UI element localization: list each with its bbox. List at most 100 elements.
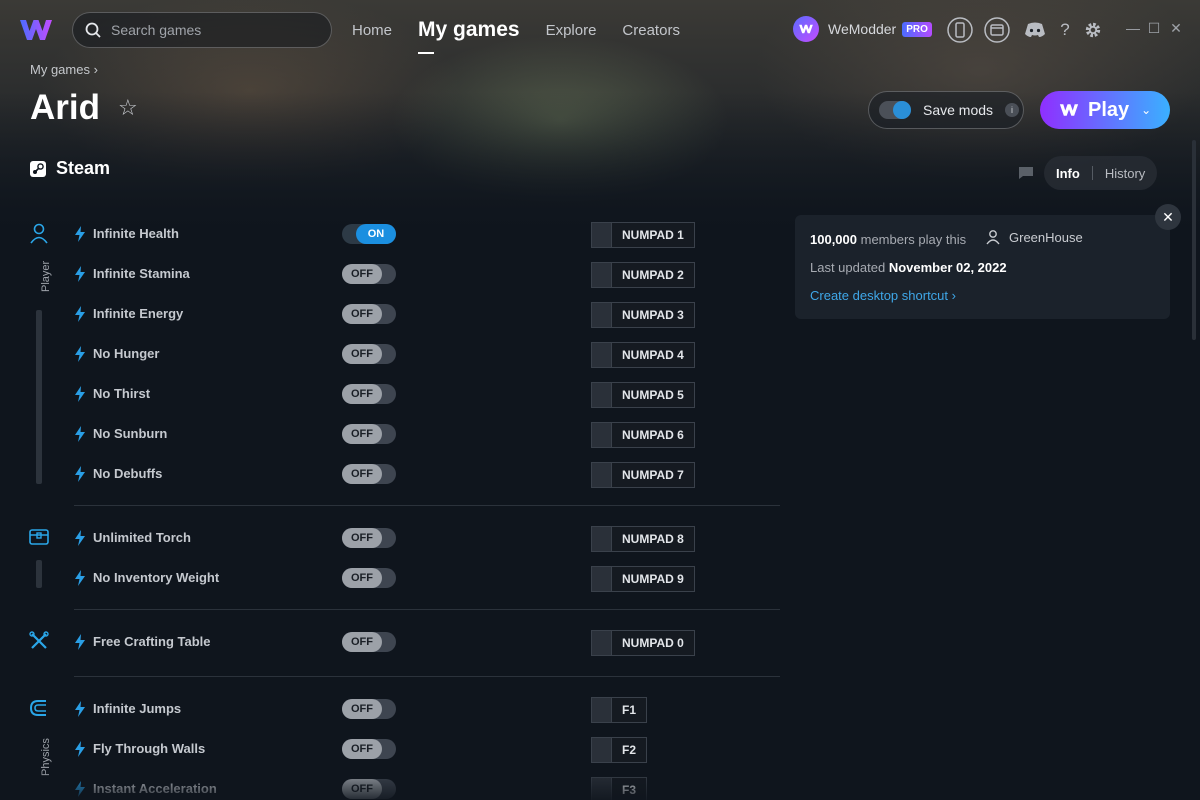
hotkey-modifier-slot[interactable] bbox=[591, 382, 611, 408]
play-label: Play bbox=[1088, 98, 1130, 121]
creator-name[interactable]: GreenHouse bbox=[1009, 230, 1083, 245]
hotkey-key[interactable]: NUMPAD 5 bbox=[611, 382, 695, 408]
physics-magnet-icon[interactable] bbox=[28, 697, 50, 719]
chevron-down-icon[interactable]: ⌄ bbox=[1141, 103, 1151, 117]
hotkey-modifier-slot[interactable] bbox=[591, 630, 611, 656]
mod-toggle[interactable]: OFF bbox=[342, 632, 396, 652]
hotkey-modifier-slot[interactable] bbox=[591, 526, 611, 552]
hotkey-key[interactable]: NUMPAD 4 bbox=[611, 342, 695, 368]
hotkey-binding[interactable]: NUMPAD 9 bbox=[591, 566, 695, 592]
close-window-icon[interactable]: ✕ bbox=[1168, 20, 1184, 37]
hotkey-modifier-slot[interactable] bbox=[591, 302, 611, 328]
crafting-tools-icon[interactable] bbox=[28, 630, 50, 652]
hotkey-binding[interactable]: NUMPAD 6 bbox=[591, 422, 695, 448]
mod-toggle[interactable]: OFF bbox=[342, 304, 396, 324]
tab-info[interactable]: Info bbox=[1056, 166, 1080, 181]
hotkey-key[interactable]: NUMPAD 7 bbox=[611, 462, 695, 488]
hotkey-key[interactable]: F1 bbox=[611, 697, 648, 723]
mod-name: No Debuffs bbox=[93, 466, 163, 481]
breadcrumb[interactable]: My games › bbox=[30, 62, 98, 77]
mod-toggle[interactable]: ON bbox=[342, 224, 396, 244]
shortcut-line[interactable]: Create desktop shortcut › bbox=[810, 288, 956, 303]
hotkey-binding[interactable]: NUMPAD 0 bbox=[591, 630, 695, 656]
mod-toggle[interactable]: OFF bbox=[342, 699, 396, 719]
mod-toggle[interactable]: OFF bbox=[342, 384, 396, 404]
close-info-button[interactable]: ✕ bbox=[1155, 204, 1181, 230]
wemod-logo-icon[interactable] bbox=[18, 16, 54, 44]
mod-toggle-state: OFF bbox=[342, 528, 382, 548]
help-icon[interactable]: ? bbox=[1052, 17, 1078, 43]
hotkey-binding[interactable]: F2 bbox=[591, 737, 648, 763]
discord-icon[interactable] bbox=[1022, 17, 1048, 43]
hotkey-key[interactable]: NUMPAD 0 bbox=[611, 630, 695, 656]
mod-row: Unlimited Torch OFF NUMPAD 8 bbox=[74, 518, 780, 558]
page-scrollbar[interactable] bbox=[1192, 140, 1196, 340]
hotkey-binding[interactable]: NUMPAD 7 bbox=[591, 462, 695, 488]
save-mods-toggle[interactable]: Save mods i bbox=[868, 91, 1024, 129]
nav-home[interactable]: Home bbox=[352, 22, 392, 39]
hotkey-modifier-slot[interactable] bbox=[591, 566, 611, 592]
hotkey-binding[interactable]: NUMPAD 8 bbox=[591, 526, 695, 552]
pro-badge: PRO bbox=[902, 21, 932, 37]
hotkey-modifier-slot[interactable] bbox=[591, 697, 611, 723]
lightning-bolt-icon bbox=[75, 266, 85, 282]
search-box[interactable] bbox=[72, 12, 332, 48]
save-mods-switch[interactable] bbox=[879, 101, 911, 119]
hotkey-modifier-slot[interactable] bbox=[591, 222, 611, 248]
chevron-right-icon: › bbox=[951, 288, 956, 303]
search-input[interactable] bbox=[111, 22, 311, 38]
mod-toggle[interactable]: OFF bbox=[342, 739, 396, 759]
nav-creators[interactable]: Creators bbox=[622, 22, 680, 39]
minimize-icon[interactable]: — bbox=[1125, 20, 1141, 36]
nav-my-games[interactable]: My games bbox=[418, 18, 520, 54]
create-shortcut-link[interactable]: Create desktop shortcut bbox=[810, 288, 948, 303]
hotkey-key[interactable]: NUMPAD 6 bbox=[611, 422, 695, 448]
mod-toggle-state: OFF bbox=[342, 464, 382, 484]
maximize-icon[interactable]: ☐ bbox=[1146, 20, 1162, 37]
hotkey-binding[interactable]: NUMPAD 5 bbox=[591, 382, 695, 408]
hotkey-modifier-slot[interactable] bbox=[591, 462, 611, 488]
tab-history[interactable]: History bbox=[1105, 166, 1145, 181]
lightning-bolt-icon bbox=[75, 570, 85, 586]
comment-icon[interactable] bbox=[1018, 166, 1034, 180]
category-divider bbox=[74, 676, 780, 677]
hotkey-key[interactable]: NUMPAD 8 bbox=[611, 526, 695, 552]
hotkey-binding[interactable]: NUMPAD 3 bbox=[591, 302, 695, 328]
mod-toggle[interactable]: OFF bbox=[342, 344, 396, 364]
player-icon[interactable] bbox=[28, 222, 50, 244]
creator[interactable]: GreenHouse bbox=[985, 229, 1083, 245]
play-button[interactable]: Play ⌄ bbox=[1040, 91, 1170, 129]
breadcrumb-my-games[interactable]: My games bbox=[30, 62, 90, 77]
lightning-bolt-icon bbox=[75, 386, 85, 402]
mod-row: No Hunger OFF NUMPAD 4 bbox=[74, 334, 780, 374]
phone-icon[interactable] bbox=[947, 17, 973, 43]
inventory-chest-icon[interactable] bbox=[28, 526, 50, 548]
mod-name: Infinite Health bbox=[93, 226, 179, 241]
mod-toggle[interactable]: OFF bbox=[342, 528, 396, 548]
overlay-icon[interactable] bbox=[984, 17, 1010, 43]
hotkey-key[interactable]: NUMPAD 1 bbox=[611, 222, 695, 248]
user-icon bbox=[986, 230, 1000, 245]
mod-toggle[interactable]: OFF bbox=[342, 568, 396, 588]
mod-toggle[interactable]: OFF bbox=[342, 424, 396, 444]
hotkey-binding[interactable]: NUMPAD 2 bbox=[591, 262, 695, 288]
info-icon[interactable]: i bbox=[1005, 103, 1020, 117]
settings-gear-icon[interactable] bbox=[1080, 17, 1106, 43]
hotkey-key[interactable]: NUMPAD 3 bbox=[611, 302, 695, 328]
favorite-star-icon[interactable]: ☆ bbox=[118, 95, 138, 121]
nav-explore[interactable]: Explore bbox=[546, 22, 597, 39]
hotkey-binding[interactable]: NUMPAD 4 bbox=[591, 342, 695, 368]
hotkey-key[interactable]: NUMPAD 9 bbox=[611, 566, 695, 592]
hotkey-modifier-slot[interactable] bbox=[591, 262, 611, 288]
mod-toggle[interactable]: OFF bbox=[342, 264, 396, 284]
hotkey-modifier-slot[interactable] bbox=[591, 737, 611, 763]
game-info-card: 100,000 members play this GreenHouse Las… bbox=[795, 215, 1170, 319]
hotkey-binding[interactable]: F1 bbox=[591, 697, 648, 723]
hotkey-key[interactable]: NUMPAD 2 bbox=[611, 262, 695, 288]
hotkey-key[interactable]: F2 bbox=[611, 737, 648, 763]
mod-toggle[interactable]: OFF bbox=[342, 464, 396, 484]
hotkey-modifier-slot[interactable] bbox=[591, 342, 611, 368]
user-menu[interactable]: WeModder PRO bbox=[793, 16, 932, 42]
hotkey-binding[interactable]: NUMPAD 1 bbox=[591, 222, 695, 248]
hotkey-modifier-slot[interactable] bbox=[591, 422, 611, 448]
